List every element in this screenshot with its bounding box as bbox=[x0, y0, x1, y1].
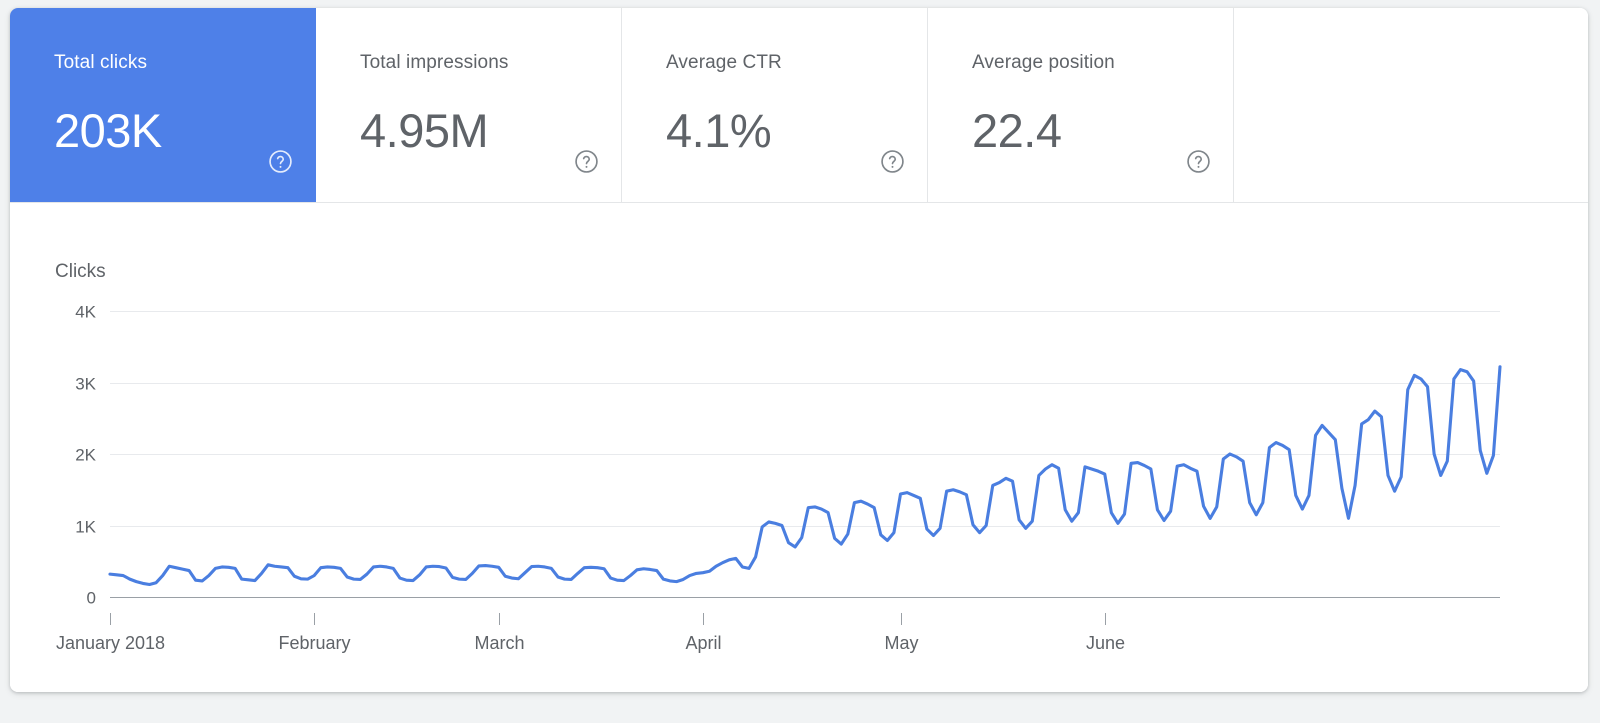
help-circle-icon[interactable] bbox=[1186, 149, 1211, 174]
metric-card-label: Average CTR bbox=[666, 52, 782, 73]
metric-card-label: Average position bbox=[972, 52, 1115, 73]
svg-text:4K: 4K bbox=[75, 303, 96, 322]
svg-text:0: 0 bbox=[87, 589, 96, 608]
metric-card-average-position[interactable]: Average position 22.4 bbox=[928, 8, 1234, 202]
svg-text:June: June bbox=[1086, 633, 1125, 653]
svg-text:2K: 2K bbox=[75, 446, 96, 465]
metric-card-total-clicks[interactable]: Total clicks 203K bbox=[10, 8, 316, 202]
svg-text:May: May bbox=[884, 633, 918, 653]
metric-card-label: Total impressions bbox=[360, 52, 509, 73]
screenshot-root: Total clicks 203K Total impressions 4.95… bbox=[0, 0, 1600, 723]
metric-card-value: 4.95M bbox=[360, 104, 489, 157]
clicks-chart-svg: 0 1K 2K 3K 4K January 2018 February March April M… bbox=[56, 303, 1502, 653]
metric-card-average-ctr[interactable]: Average CTR 4.1% bbox=[622, 8, 928, 202]
help-circle-icon[interactable] bbox=[574, 149, 599, 174]
svg-text:3K: 3K bbox=[75, 375, 96, 394]
metric-card-value: 203K bbox=[54, 104, 162, 157]
metric-cards-row: Total clicks 203K Total impressions 4.95… bbox=[10, 8, 1588, 203]
clicks-chart: Clicks 0 1K 2K 3K 4K January 2018 February Marc… bbox=[10, 203, 1588, 692]
metric-card-value: 22.4 bbox=[972, 104, 1062, 157]
metric-cards-filler bbox=[1234, 8, 1588, 202]
svg-text:1K: 1K bbox=[75, 518, 96, 537]
performance-panel: Total clicks 203K Total impressions 4.95… bbox=[10, 8, 1588, 692]
metric-card-value: 4.1% bbox=[666, 104, 772, 157]
help-circle-icon[interactable] bbox=[268, 149, 293, 174]
metric-card-label: Total clicks bbox=[54, 52, 148, 73]
svg-text:April: April bbox=[685, 633, 721, 653]
metric-card-total-impressions[interactable]: Total impressions 4.95M bbox=[316, 8, 622, 202]
svg-text:March: March bbox=[474, 633, 524, 653]
svg-text:February: February bbox=[278, 633, 350, 653]
svg-text:January 2018: January 2018 bbox=[56, 633, 165, 653]
help-circle-icon[interactable] bbox=[880, 149, 905, 174]
